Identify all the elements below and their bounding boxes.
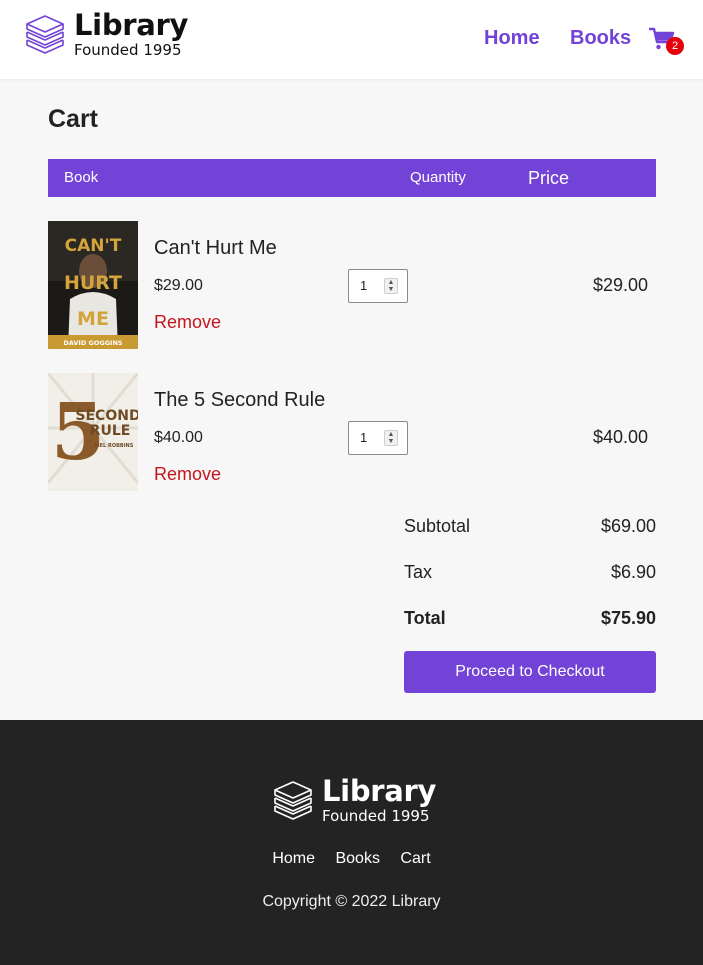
quantity-input[interactable]: 1 ▲ ▼: [348, 421, 408, 455]
total-label: Total: [404, 608, 446, 628]
cover-line-3: RULE: [90, 423, 131, 439]
copyright-text: Copyright © 2022 Library: [262, 893, 441, 910]
footer-cart-link[interactable]: Cart: [400, 850, 430, 867]
subtotal-value: $69.00: [600, 516, 656, 536]
cover-author: DAVID GOGGINS: [63, 339, 122, 347]
footer-logo-title: Library: [322, 773, 437, 808]
quantity-stepper-icon[interactable]: ▲ ▼: [384, 278, 398, 294]
book-unit-price: $40.00: [154, 429, 203, 446]
subtotal-label: Subtotal: [404, 516, 471, 536]
cover-line-1: CAN'T: [65, 236, 122, 256]
book-title: Can't Hurt Me: [154, 237, 277, 259]
logo-title: Library: [74, 7, 189, 42]
line-total: $40.00: [592, 427, 648, 447]
header-book: Book: [64, 169, 99, 186]
book-cover-image[interactable]: 5 SECOND RULE MEL ROBBINS: [48, 373, 138, 491]
cover-line-2: SECOND: [75, 408, 138, 424]
footer-logo[interactable]: Library Founded 1995: [272, 776, 436, 824]
cover-line-3: ME: [77, 308, 109, 330]
footer-books-link[interactable]: Books: [335, 850, 379, 867]
books-stack-icon: [26, 15, 64, 54]
quantity-stepper-icon[interactable]: ▲ ▼: [384, 430, 398, 446]
footer-home-link[interactable]: Home: [272, 850, 315, 867]
cart-row: CAN'T HURT ME DAVID GOGGINS Can't Hurt M…: [48, 221, 656, 349]
nav-home-link[interactable]: Home: [484, 27, 540, 50]
cart-row: 5 SECOND RULE MEL ROBBINS The 5 Second R…: [48, 373, 656, 491]
quantity-input[interactable]: 1 ▲ ▼: [348, 269, 408, 303]
book-cover-image[interactable]: CAN'T HURT ME DAVID GOGGINS: [48, 221, 138, 349]
cart-table-header: Book Quantity Price: [48, 159, 656, 197]
site-header: Library Founded 1995 Home Books 2: [0, 0, 703, 79]
books-stack-icon: [274, 781, 312, 820]
footer-logo-subtitle: Founded 1995: [322, 806, 430, 825]
site-footer: Library Founded 1995 Home Books Cart Cop…: [0, 720, 703, 965]
footer-nav: Home Books Cart: [0, 850, 703, 868]
cover-author: MEL ROBBINS: [95, 443, 134, 449]
cover-line-2: HURT: [64, 272, 122, 294]
nav-books-link[interactable]: Books: [570, 27, 631, 50]
cart-count-badge: 2: [666, 37, 684, 55]
total-value: $75.90: [600, 608, 656, 628]
checkout-button[interactable]: Proceed to Checkout: [404, 651, 656, 693]
line-total: $29.00: [592, 275, 648, 295]
site-logo[interactable]: Library Founded 1995: [24, 10, 188, 58]
page-title: Cart: [48, 105, 99, 133]
header-price: Price: [528, 168, 570, 188]
logo-subtitle: Founded 1995: [74, 40, 182, 59]
header-quantity: Quantity: [410, 169, 466, 186]
remove-button[interactable]: Remove: [154, 464, 221, 485]
cart-page: Cart Book Quantity Price CAN'T HURT ME D…: [0, 79, 703, 720]
tax-value: $6.90: [610, 562, 656, 582]
quantity-value: 1: [360, 430, 368, 445]
remove-button[interactable]: Remove: [154, 312, 221, 333]
tax-label: Tax: [404, 562, 433, 582]
book-unit-price: $29.00: [154, 277, 203, 294]
book-title: The 5 Second Rule: [154, 389, 326, 411]
quantity-value: 1: [360, 278, 368, 293]
